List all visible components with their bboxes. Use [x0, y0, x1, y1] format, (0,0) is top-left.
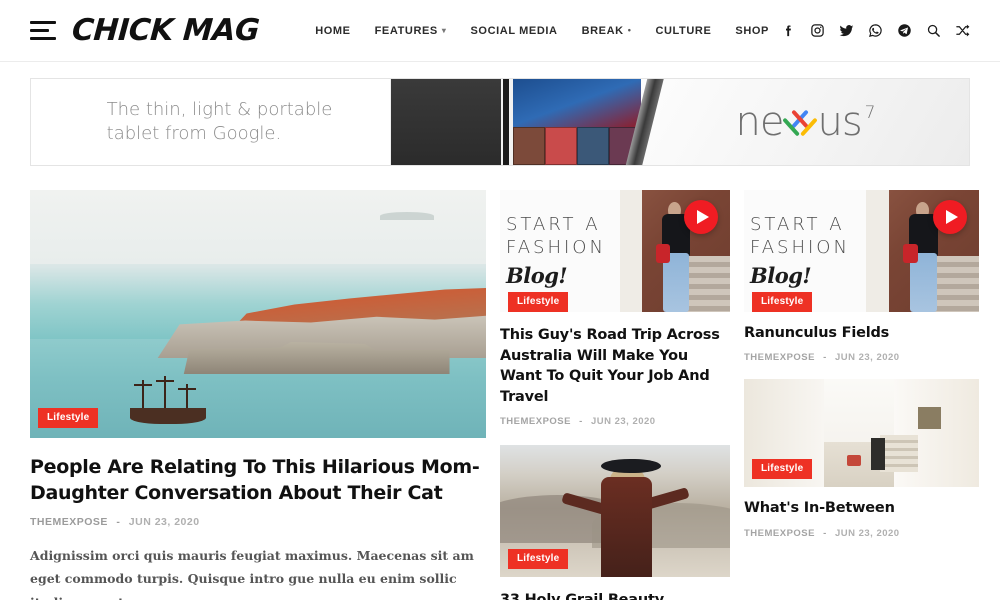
shuffle-icon[interactable] [955, 23, 970, 38]
thumb-text-line-1: START A [750, 214, 845, 235]
nav-label-shop: SHOP [735, 24, 769, 37]
hamburger-line-2 [30, 29, 49, 32]
tablet-app-tiles [513, 127, 641, 165]
article-card[interactable]: Lifestyle What's In-Between THEMEXPOSE -… [744, 379, 979, 539]
play-button-icon[interactable] [684, 200, 718, 234]
publish-date: JUN 23, 2020 [128, 516, 200, 529]
middle-column: START A FASHION Blog! Lifestyle This Guy… [500, 190, 730, 600]
right-column: START A FASHION Blog! Lifestyle Ranuncul… [744, 190, 979, 600]
banner-text-panel: The thin, light & portable tablet from G… [31, 79, 391, 165]
tablet-edge [503, 79, 509, 165]
sailing-ship-graphic [126, 376, 210, 424]
banner-tablet-image [391, 79, 641, 165]
featured-article[interactable]: Lifestyle People Are Relating To This Hi… [30, 190, 486, 600]
featured-article-title[interactable]: People Are Relating To This Hilarious Mo… [30, 455, 486, 506]
search-icon[interactable] [926, 23, 941, 38]
thumb-text-line-2: FASHION [506, 236, 606, 258]
hamburger-icon[interactable] [30, 21, 56, 40]
nav-item-features[interactable]: FEATURES ▾ [375, 25, 447, 37]
category-badge[interactable]: Lifestyle [38, 408, 99, 428]
article-thumbnail[interactable]: Lifestyle [500, 445, 730, 578]
site-header: CHICK MAG HOME FEATURES ▾ SOCIAL MEDIA B… [0, 0, 1000, 62]
article-title[interactable]: This Guy's Road Trip Across Australia Wi… [500, 325, 730, 407]
featured-article-meta: THEMEXPOSE - JUN 23, 2020 [30, 516, 486, 528]
twitter-icon[interactable] [839, 23, 854, 38]
whatsapp-icon[interactable] [868, 23, 883, 38]
nexus-letter-s: s [841, 99, 863, 145]
hamburger-line-1 [30, 21, 56, 24]
nav-item-social-media[interactable]: SOCIAL MEDIA [471, 25, 558, 37]
advertisement-banner-wrapper: The thin, light & portable tablet from G… [0, 62, 1000, 166]
chevron-down-icon: ▾ [441, 25, 447, 35]
category-badge[interactable]: Lifestyle [508, 292, 569, 312]
category-badge[interactable]: Lifestyle [752, 459, 813, 480]
facebook-icon[interactable] [781, 23, 796, 38]
article-title[interactable]: What's In-Between [744, 498, 979, 518]
nav-label-home: HOME [315, 24, 351, 37]
hamburger-line-3 [30, 37, 56, 40]
nexus-logo: n e u s 7 [735, 99, 876, 145]
instagram-icon[interactable] [810, 23, 825, 38]
publish-date: JUN 23, 2020 [590, 416, 656, 428]
bullet-icon: • [627, 25, 632, 35]
nexus-letter-n: n [735, 99, 761, 145]
play-button-icon[interactable] [933, 200, 967, 234]
thumb-text-line-3: Blog! [506, 263, 568, 288]
site-logo[interactable]: CHICK MAG [71, 13, 261, 48]
article-meta: THEMEXPOSE - JUN 23, 2020 [744, 352, 979, 363]
meta-separator: - [823, 352, 827, 364]
telegram-icon[interactable] [897, 23, 912, 38]
nexus-letter-e: e [759, 99, 785, 145]
tablet-back [391, 79, 501, 165]
article-card[interactable]: START A FASHION Blog! Lifestyle This Guy… [500, 190, 730, 427]
publish-date: JUN 23, 2020 [834, 352, 900, 364]
category-badge[interactable]: Lifestyle [508, 549, 569, 570]
article-title[interactable]: Ranunculus Fields [744, 323, 979, 343]
social-icons [781, 23, 970, 38]
article-card[interactable]: START A FASHION Blog! Lifestyle Ranuncul… [744, 190, 979, 363]
article-thumbnail[interactable]: Lifestyle [744, 379, 979, 488]
banner-brand-panel: n e u s 7 [620, 79, 969, 165]
nav-label-features: FEATURES [374, 24, 438, 37]
article-meta: THEMEXPOSE - JUN 23, 2020 [500, 416, 730, 427]
thumb-text-line-3: Blog! [750, 263, 812, 288]
nexus-letter-u: u [817, 99, 842, 145]
nav-label-social-media: SOCIAL MEDIA [470, 24, 558, 37]
category-badge[interactable]: Lifestyle [752, 292, 813, 312]
article-title[interactable]: 33 Holy Grail Beauty Products That Actua… [500, 590, 730, 600]
nav-label-culture: CULTURE [655, 24, 712, 37]
meta-separator: - [116, 516, 121, 529]
nexus-superscript: 7 [864, 103, 876, 123]
article-meta: THEMEXPOSE - JUN 23, 2020 [744, 528, 979, 539]
article-card[interactable]: Lifestyle 33 Holy Grail Beauty Products … [500, 445, 730, 600]
thumb-text-line-1: START A [506, 214, 601, 235]
banner-headline-line-2: tablet from Google. [106, 123, 282, 144]
nav-item-home[interactable]: HOME [315, 25, 350, 37]
nav-item-shop[interactable]: SHOP [735, 25, 769, 37]
author-name: THEMEXPOSE [30, 516, 108, 529]
meta-separator: - [579, 416, 583, 428]
author-name: THEMEXPOSE [744, 527, 815, 539]
banner-headline-line-1: The thin, light & portable [106, 98, 333, 120]
article-grid: Lifestyle People Are Relating To This Hi… [0, 166, 1000, 600]
banner-headline: The thin, light & portable tablet from G… [89, 98, 333, 147]
author-name: THEMEXPOSE [744, 352, 815, 364]
article-thumbnail[interactable]: START A FASHION Blog! Lifestyle [744, 190, 979, 312]
coastal-city-photo [30, 190, 486, 438]
advertisement-banner[interactable]: The thin, light & portable tablet from G… [30, 78, 970, 166]
meta-separator: - [823, 527, 827, 539]
nav-label-break: BREAK [581, 24, 624, 37]
featured-article-excerpt: Adignissim orci quis mauris feugiat maxi… [30, 548, 474, 600]
nav-item-break[interactable]: BREAK • [582, 25, 632, 37]
publish-date: JUN 23, 2020 [834, 527, 900, 539]
featured-article-image[interactable]: Lifestyle [30, 190, 486, 438]
main-navigation: HOME FEATURES ▾ SOCIAL MEDIA BREAK • CUL… [315, 25, 769, 37]
article-thumbnail[interactable]: START A FASHION Blog! Lifestyle [500, 190, 730, 312]
nav-item-culture[interactable]: CULTURE [655, 25, 711, 37]
author-name: THEMEXPOSE [500, 416, 571, 428]
thumb-text-line-2: FASHION [750, 236, 850, 258]
